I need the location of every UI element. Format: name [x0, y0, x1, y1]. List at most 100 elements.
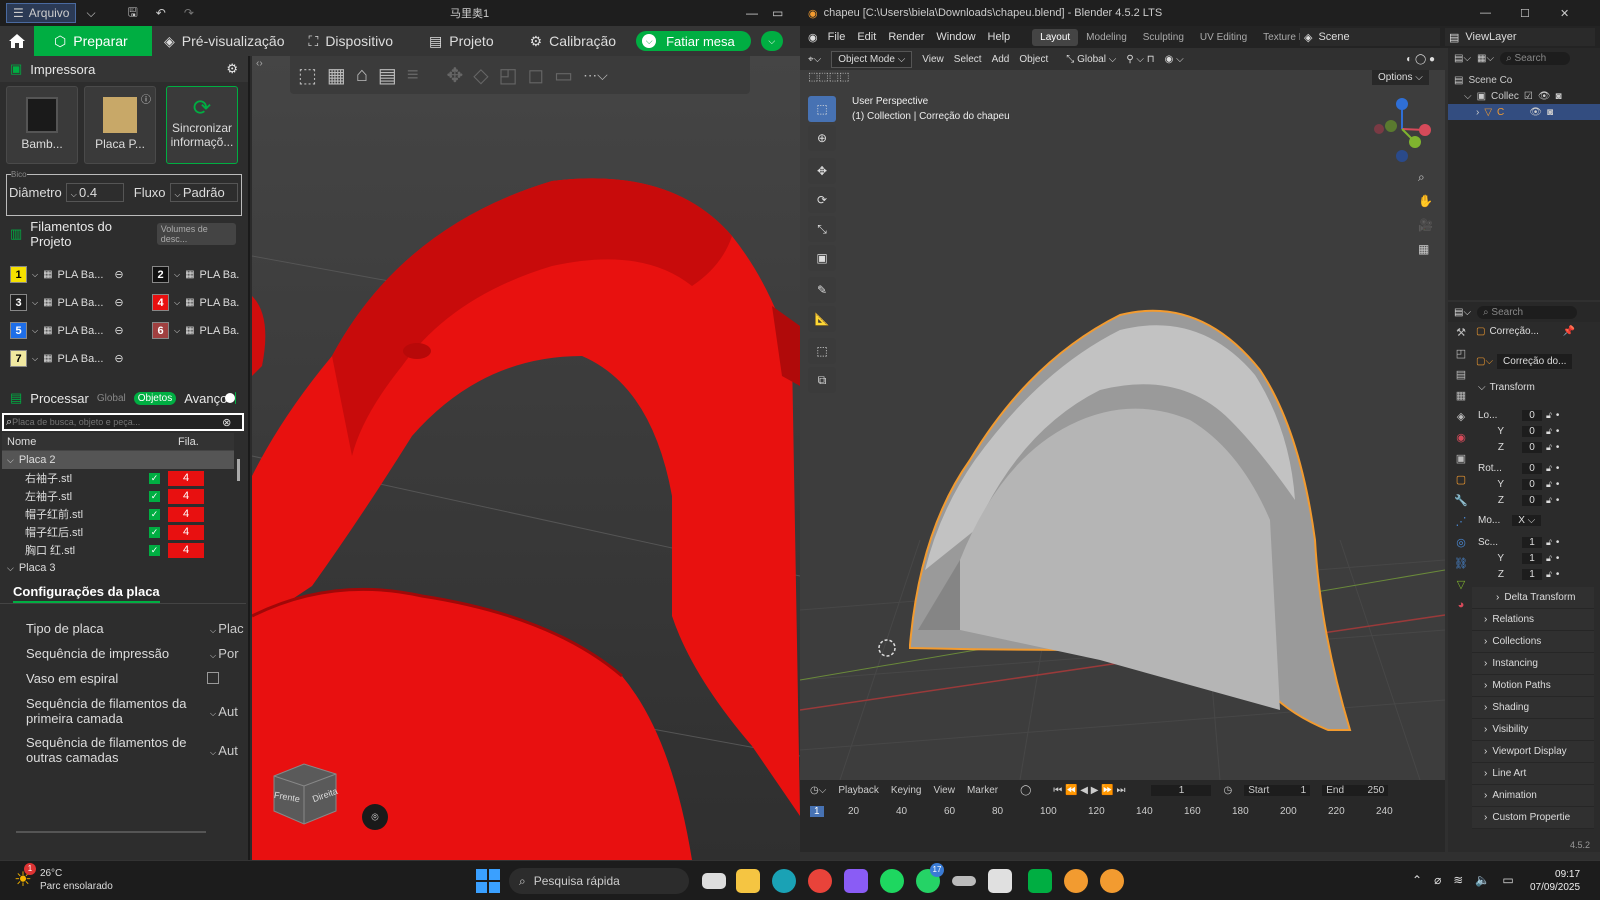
- start-frame-field[interactable]: Start 1: [1244, 784, 1311, 796]
- transform-panel-header[interactable]: ⌵ Transform: [1478, 382, 1535, 393]
- remove-filament-icon[interactable]: ⊖: [114, 324, 123, 337]
- proportional-icon[interactable]: ◉ ⌵: [1165, 54, 1184, 65]
- more-icon[interactable]: ⋯⌵: [583, 67, 608, 84]
- record-icon[interactable]: ◯: [1020, 785, 1031, 796]
- tab-preview[interactable]: ◈ Pré-visualização: [152, 26, 297, 56]
- chevron-down-icon[interactable]: ⌵: [32, 270, 38, 280]
- chevron-down-icon[interactable]: ⌵: [174, 298, 180, 308]
- remove-filament-icon[interactable]: ⊖: [114, 268, 123, 281]
- playback-controls[interactable]: ⏮ ⏪ ◀ ▶ ⏩ ⏭: [1053, 785, 1125, 796]
- tab-device[interactable]: ⛶ Dispositivo: [297, 26, 406, 56]
- keyframe-dot-icon[interactable]: •: [1556, 426, 1560, 437]
- home-button[interactable]: [0, 26, 34, 56]
- object-search-bar[interactable]: ⌕ ⊗: [2, 413, 244, 431]
- maximize-icon[interactable]: ☐: [1520, 7, 1530, 20]
- eye-icon[interactable]: 👁: [1538, 91, 1551, 102]
- diameter-select[interactable]: ⌵ 0.4: [65, 183, 124, 202]
- blender-3d-viewport[interactable]: User Perspective (1) Collection | Correç…: [800, 70, 1445, 780]
- keyframe-dot-icon[interactable]: •: [1556, 463, 1560, 474]
- scale-tool[interactable]: ⤡: [808, 216, 836, 242]
- plate-card[interactable]: Placa P... ⓘ: [84, 86, 156, 164]
- lock-icon[interactable]: 🔓︎: [1546, 495, 1552, 506]
- rotate-tool[interactable]: ⟳: [808, 187, 836, 213]
- loc-field[interactable]: Z 0 🔓︎ •: [1478, 440, 1596, 454]
- lock-icon[interactable]: 🔓︎: [1546, 442, 1552, 453]
- cut-icon[interactable]: ▭: [554, 63, 573, 88]
- chevron-down-icon[interactable]: ⌵: [174, 270, 180, 280]
- wifi-icon[interactable]: ≋: [1453, 873, 1463, 887]
- filament-slot[interactable]: 4 ⌵ ▦ PLA Ba.: [152, 294, 239, 311]
- lock-icon[interactable]: 🔓︎: [1546, 410, 1552, 421]
- filament-slot[interactable]: 2 ⌵ ▦ PLA Ba.: [152, 266, 239, 283]
- app-icon[interactable]: [952, 876, 976, 886]
- object-filament-badge[interactable]: 4: [168, 488, 204, 504]
- taskbar-search[interactable]: ⌕ Pesquisa rápida: [509, 868, 689, 894]
- view-cube[interactable]: Frente Direita: [264, 756, 344, 826]
- pan-icon[interactable]: ✋: [1418, 194, 1433, 208]
- properties-panel-header[interactable]: › Relations: [1472, 609, 1594, 631]
- header-object[interactable]: Object: [1019, 54, 1048, 65]
- clear-icon[interactable]: ⊗: [222, 416, 231, 429]
- physics-tab-icon[interactable]: ◎: [1456, 536, 1466, 549]
- keyframe-dot-icon[interactable]: •: [1556, 442, 1560, 453]
- lock-icon[interactable]: 🔓︎: [1546, 553, 1552, 564]
- lock-icon[interactable]: 🔓︎: [1546, 479, 1552, 490]
- scale-icon[interactable]: ◰: [499, 63, 518, 88]
- measure-tool[interactable]: 📐: [808, 306, 836, 332]
- filament-slot[interactable]: 3 ⌵ ▦ PLA Ba... ⊖: [10, 294, 124, 311]
- blender-app-icon-2[interactable]: [1100, 869, 1124, 893]
- rotate-icon[interactable]: ◇: [473, 63, 488, 88]
- flush-volumes-button[interactable]: Volumes de desc...: [156, 223, 236, 245]
- object-filament-badge[interactable]: 4: [168, 506, 204, 522]
- chrome-icon[interactable]: [808, 869, 832, 893]
- filament-slot[interactable]: 5 ⌵ ▦ PLA Ba... ⊖: [10, 322, 124, 339]
- timeline-playback[interactable]: Playback: [838, 785, 879, 796]
- chevron-down-icon[interactable]: ⌵: [32, 298, 38, 308]
- keyframe-dot-icon[interactable]: •: [1556, 569, 1560, 580]
- object-filament-badge[interactable]: 4: [168, 470, 204, 486]
- copilot-icon[interactable]: [844, 869, 868, 893]
- whatsapp-icon[interactable]: 17: [916, 863, 944, 893]
- plate-config-select[interactable]: ⌵ Por: [210, 646, 239, 661]
- redo-icon[interactable]: ↷: [184, 6, 194, 20]
- remove-filament-icon[interactable]: ⊖: [114, 296, 123, 309]
- object-search-input[interactable]: [12, 417, 223, 427]
- filter-icon[interactable]: ▦⌵: [1477, 53, 1494, 64]
- workspace-layout[interactable]: Layout: [1032, 28, 1079, 46]
- timeline-marker[interactable]: Marker: [967, 785, 998, 796]
- rot-field[interactable]: Y 0 🔓︎ •: [1478, 477, 1596, 491]
- loc-field[interactable]: Y 0 🔓︎ •: [1478, 424, 1596, 438]
- ortho-toggle-icon[interactable]: ▦: [1418, 242, 1429, 256]
- arrange-icon[interactable]: ▤: [378, 63, 397, 88]
- playhead[interactable]: 1: [810, 806, 824, 817]
- menu-help[interactable]: Help: [988, 31, 1011, 43]
- blender-menu-icon[interactable]: ◉: [808, 31, 818, 44]
- rot-field[interactable]: Rot... 0 🔓︎ •: [1478, 461, 1596, 475]
- chevron-down-icon[interactable]: ⌵: [174, 326, 180, 336]
- clock-icon[interactable]: ◷⌵: [810, 785, 826, 796]
- object-visible-checkbox[interactable]: ✓: [149, 472, 160, 484]
- annotate-tool[interactable]: ✎: [808, 277, 836, 303]
- object-list-scrollbar[interactable]: [237, 459, 240, 481]
- chevron-up-icon[interactable]: ⌃: [1412, 873, 1422, 887]
- camera-icon[interactable]: ◙: [1547, 107, 1553, 118]
- weather-widget[interactable]: ☀ 1 26°C Parc ensolarado: [14, 863, 113, 893]
- orient-icon[interactable]: ⌂: [356, 64, 368, 87]
- filament-slot[interactable]: 7 ⌵ ▦ PLA Ba... ⊖: [10, 350, 124, 367]
- system-tray[interactable]: ⌃ ⌀ ≋ 🔈 ▭: [1412, 873, 1514, 887]
- properties-search-field[interactable]: ⌕ Search: [1477, 305, 1578, 319]
- menu-edit[interactable]: Edit: [857, 31, 876, 43]
- render-tab-icon[interactable]: ◰: [1456, 347, 1466, 360]
- outliner-search-field[interactable]: ⌕ Search: [1500, 51, 1571, 65]
- rot-field[interactable]: Z 0 🔓︎ •: [1478, 493, 1596, 507]
- pin-icon[interactable]: 📌: [1563, 326, 1575, 337]
- properties-panel-header[interactable]: › Line Art: [1472, 763, 1594, 785]
- outliner-editor-icon[interactable]: ▤⌵: [1454, 53, 1471, 64]
- object-row[interactable]: 右袖子.stl ✓ 4: [2, 469, 234, 487]
- editor-type-icon[interactable]: ⌖⌵: [808, 54, 821, 65]
- keyframe-dot-icon[interactable]: •: [1556, 410, 1560, 421]
- flow-select[interactable]: ⌵ Padrão: [169, 183, 238, 202]
- object-visible-checkbox[interactable]: ✓: [149, 544, 160, 556]
- view-layer-tab-icon[interactable]: ▦: [1456, 389, 1466, 402]
- select-box-tool[interactable]: ⬚: [808, 96, 836, 122]
